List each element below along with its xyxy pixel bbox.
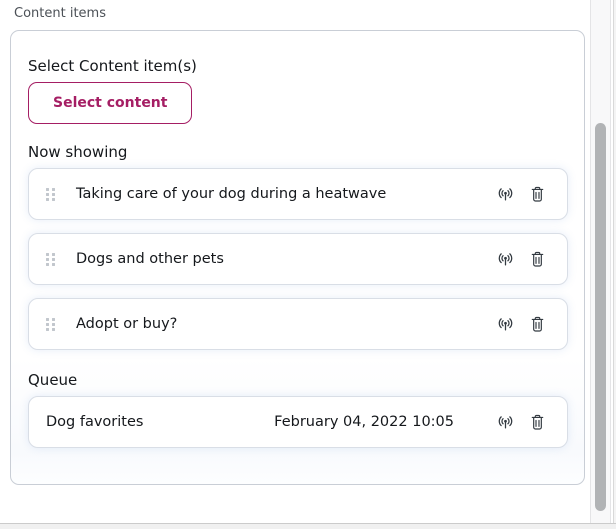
- now-showing-item-row: Adopt or buy?: [28, 298, 568, 350]
- queue-item-title: Dog favorites: [46, 414, 143, 430]
- broadcast-icon[interactable]: [496, 185, 514, 203]
- now-showing-label: Now showing: [28, 144, 567, 160]
- broadcast-icon[interactable]: [496, 250, 514, 268]
- content-items-panel: Content items Select Content item(s) Sel…: [0, 0, 616, 529]
- content-items-container: Select Content item(s) Select content No…: [10, 30, 585, 485]
- queue-item-row: Dog favorites February 04, 2022 10:05: [28, 396, 568, 448]
- window-bottom-edge: [0, 523, 616, 529]
- content-item-title: Taking care of your dog during a heatwav…: [76, 186, 386, 202]
- select-content-label: Select Content item(s): [28, 58, 567, 74]
- trash-icon[interactable]: [528, 250, 546, 268]
- drag-handle-icon[interactable]: [46, 188, 58, 201]
- now-showing-item-row: Dogs and other pets: [28, 233, 568, 285]
- broadcast-icon[interactable]: [496, 413, 514, 431]
- drag-handle-icon[interactable]: [46, 318, 58, 331]
- trash-icon[interactable]: [528, 315, 546, 333]
- trash-icon[interactable]: [528, 413, 546, 431]
- queue-label: Queue: [28, 372, 567, 388]
- now-showing-item-row: Taking care of your dog during a heatwav…: [28, 168, 568, 220]
- panel-title: Content items: [14, 6, 106, 21]
- broadcast-icon[interactable]: [496, 315, 514, 333]
- content-item-title: Adopt or buy?: [76, 316, 177, 332]
- scrollbar-thumb[interactable]: [595, 123, 606, 511]
- select-content-button[interactable]: Select content: [28, 82, 192, 124]
- drag-handle-icon[interactable]: [46, 253, 58, 266]
- content-item-title: Dogs and other pets: [76, 251, 224, 267]
- queue-item-datetime: February 04, 2022 10:05: [274, 414, 454, 430]
- trash-icon[interactable]: [528, 185, 546, 203]
